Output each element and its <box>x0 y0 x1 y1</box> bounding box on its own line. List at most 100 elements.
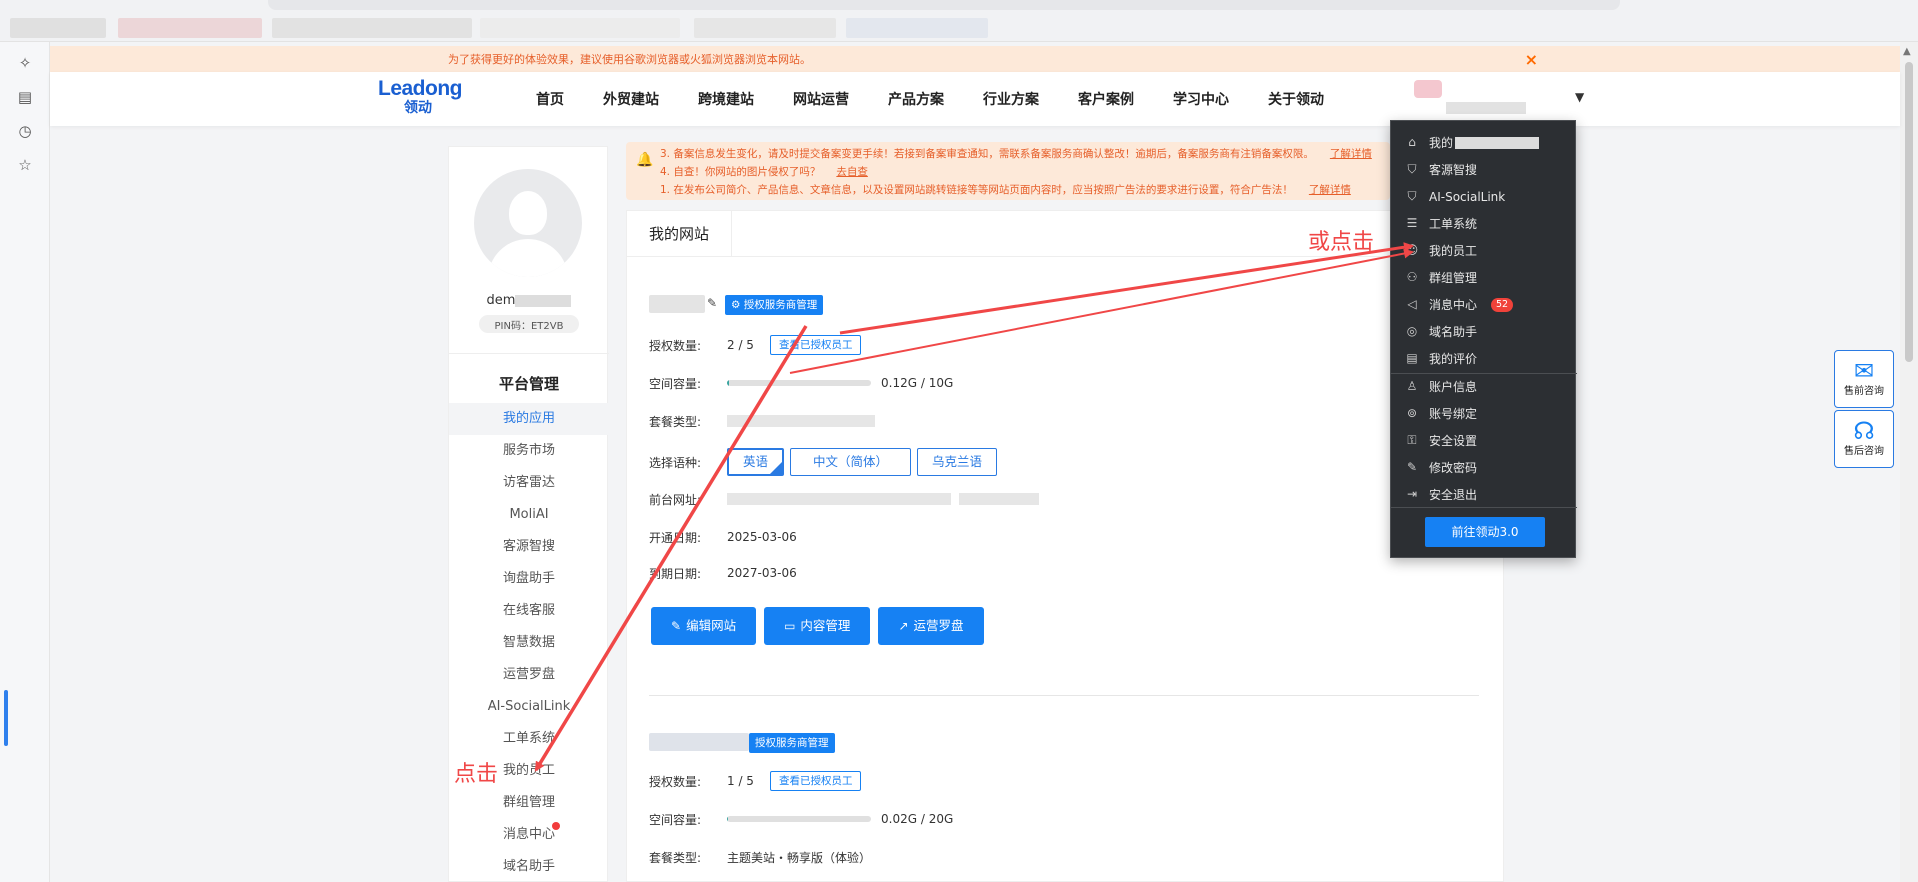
blurred-tab[interactable] <box>272 18 472 38</box>
nav-customer-cases[interactable]: 客户案例 <box>1078 89 1134 109</box>
menu-item-my-staff[interactable]: ☺ 我的员工 <box>1391 237 1577 264</box>
operation-compass-button[interactable]: ↗ 运营罗盘 <box>878 607 984 645</box>
blurred-tab[interactable] <box>118 18 262 38</box>
menu-item-label: 安全设置 <box>1429 434 1478 448</box>
sidebar-item-domain-assistant[interactable]: 域名助手 <box>449 851 609 882</box>
sidebar-item-ticket-system[interactable]: 工单系统 <box>449 723 609 755</box>
sidebar-item-operation-compass[interactable]: 运营罗盘 <box>449 659 609 691</box>
language-chinese-button[interactable]: 中文（简体） <box>790 448 912 476</box>
menu-item-change-password[interactable]: ✎ 修改密码 <box>1391 454 1577 481</box>
sidebar-item-label: 消息中心 <box>502 827 555 842</box>
site-name <box>649 295 705 313</box>
sidebar-item-inquiry-assistant[interactable]: 询盘助手 <box>449 563 609 595</box>
self-check-link[interactable]: 去自查 <box>836 166 868 178</box>
user-menu-trigger[interactable]: ▼ <box>1394 76 1584 122</box>
language-ukrainian-button[interactable]: 乌克兰语 <box>917 448 998 476</box>
menu-item-ticket-system[interactable]: ☰ 工单系统 <box>1391 210 1577 237</box>
unread-dot <box>552 822 560 830</box>
view-authorized-staff-button[interactable]: 查看已授权员工 <box>769 335 862 355</box>
auth-count-value: 2 / 5 <box>727 338 754 352</box>
menu-item-security-settings[interactable]: ⚿ 安全设置 <box>1391 427 1577 454</box>
nav-industry-solutions[interactable]: 行业方案 <box>983 89 1039 109</box>
blurred-tab[interactable] <box>694 18 836 38</box>
after-sale-consult-button[interactable]: ☊ 售后咨询 <box>1834 410 1894 468</box>
menu-item-my-reviews[interactable]: ▤ 我的评价 <box>1391 345 1577 372</box>
auth-provider-label: 授权服务商管理 <box>743 299 818 311</box>
view-authorized-staff-button[interactable]: 查看已授权员工 <box>769 771 862 791</box>
zoom-slider[interactable] <box>4 690 8 746</box>
logo-text-cn: 领动 <box>404 100 432 116</box>
go-to-leadong3-button[interactable]: 前往领动3.0 <box>1425 517 1545 547</box>
sidebar-item-smart-data[interactable]: 智慧数据 <box>449 627 609 659</box>
sidebar-item-moliai[interactable]: MoliAI <box>449 499 609 531</box>
sidebar-item-service-market[interactable]: 服务市场 <box>449 435 609 467</box>
sidebar-item-message-center[interactable]: 消息中心 <box>449 819 609 851</box>
menu-item-label: 账号绑定 <box>1429 407 1478 421</box>
content-management-button[interactable]: ▭ 内容管理 <box>764 607 871 645</box>
nav-site-operation[interactable]: 网站运营 <box>793 89 849 109</box>
divider <box>649 695 1479 696</box>
caret-down-icon[interactable]: ▼ <box>1575 90 1584 104</box>
scrollbar-thumb[interactable] <box>1905 62 1913 362</box>
menu-item-message-center[interactable]: ◁ 消息中心 52 <box>1391 291 1577 318</box>
leadong-logo[interactable]: Leadong 领动 <box>378 78 478 118</box>
profile-name-text: dem <box>486 293 516 308</box>
auth-provider-button[interactable]: 授权服务商管理 <box>749 733 835 753</box>
pencil-icon[interactable]: ✎ <box>707 296 717 310</box>
nav-crossborder-site[interactable]: 跨境建站 <box>698 89 754 109</box>
tab-my-websites[interactable]: 我的网站 <box>627 211 733 257</box>
menu-item-my[interactable]: ⌂ 我的 <box>1391 129 1577 156</box>
auth-provider-button[interactable]: ⚙ 授权服务商管理 <box>725 295 824 315</box>
announcement-alert: 🔔 3. 备案信息发生变化，请及时提交备案变更手续！若接到备案审查通知，需联系备… <box>626 142 1390 200</box>
history-icon[interactable]: ◷ <box>14 120 36 142</box>
edit-website-button[interactable]: ✎ 编辑网站 <box>651 607 757 645</box>
nav-home[interactable]: 首页 <box>536 89 564 109</box>
site-header: Leadong 领动 首页 外贸建站 跨境建站 网站运营 产品方案 行业方案 客… <box>50 72 1900 126</box>
language-english-button[interactable]: 英语 ✔ <box>727 448 785 476</box>
language-row: 选择语种: 英语 ✔ 中文（简体） 乌克兰语 <box>649 447 1469 477</box>
user-name <box>1446 102 1526 114</box>
scroll-up-icon[interactable]: ▲ <box>1903 46 1911 57</box>
sidebar-item-online-service[interactable]: 在线客服 <box>449 595 609 627</box>
favorites-icon[interactable]: ☆ <box>14 154 36 176</box>
blurred-username <box>1455 136 1540 149</box>
sidebar-item-visitor-radar[interactable]: 访客雷达 <box>449 467 609 499</box>
menu-item-group-management[interactable]: ⚇ 群组管理 <box>1391 264 1577 291</box>
blurred-tab[interactable] <box>10 18 106 38</box>
nav-learning-center[interactable]: 学习中心 <box>1173 89 1229 109</box>
sidebar-item-group-management[interactable]: 群组管理 <box>449 787 609 819</box>
profile-name: dem <box>449 293 609 308</box>
sparkle-icon[interactable]: ✧ <box>14 52 36 74</box>
pre-sale-consult-button[interactable]: ✉ 售前咨询 <box>1834 350 1894 408</box>
space-value: 0.02G / 20G <box>881 812 954 826</box>
storage-progress-bar <box>727 380 871 386</box>
gear-icon: ⚙ <box>731 299 741 311</box>
blurred-tab[interactable] <box>846 18 988 38</box>
page-scrollbar[interactable]: ▲ <box>1900 42 1918 882</box>
learn-more-link[interactable]: 了解详情 <box>1330 148 1372 160</box>
menu-item-domain-assistant[interactable]: ◎ 域名助手 <box>1391 318 1577 345</box>
nav-product-solutions[interactable]: 产品方案 <box>888 89 944 109</box>
nav-about[interactable]: 关于领动 <box>1268 89 1324 109</box>
auth-provider-label: 授权服务商管理 <box>755 737 829 749</box>
learn-more-link[interactable]: 了解详情 <box>1309 184 1351 196</box>
collections-icon[interactable]: ▤ <box>14 86 36 108</box>
nav-trade-site[interactable]: 外贸建站 <box>603 89 659 109</box>
check-icon: ✔ <box>774 459 782 468</box>
menu-item-account-binding[interactable]: ⊚ 账号绑定 <box>1391 400 1577 427</box>
expire-date-row: 到期日期: 2027-03-06 <box>649 561 1469 585</box>
address-bar[interactable] <box>268 0 1620 10</box>
sidebar-item-my-apps[interactable]: 我的应用 <box>449 403 609 435</box>
blurred-tab[interactable] <box>480 18 680 38</box>
button-label: 运营罗盘 <box>913 618 964 633</box>
close-icon[interactable]: × <box>1525 50 1538 69</box>
sidebar-item-lead-search[interactable]: 客源智搜 <box>449 531 609 563</box>
menu-item-account-info[interactable]: ♙ 账户信息 <box>1391 373 1577 400</box>
menu-item-logout[interactable]: ⇥ 安全退出 <box>1391 481 1577 508</box>
menu-item-lead-search[interactable]: ⛉ 客源智搜 <box>1391 156 1577 183</box>
front-url-value[interactable] <box>727 493 951 505</box>
menu-item-label: 我的员工 <box>1429 244 1478 258</box>
sidebar-item-ai-sociallink[interactable]: AI-SocialLink <box>449 691 609 723</box>
menu-item-ai-sociallink[interactable]: ⛉ AI-SocialLink <box>1391 183 1577 210</box>
field-label: 授权数量: <box>649 338 702 353</box>
